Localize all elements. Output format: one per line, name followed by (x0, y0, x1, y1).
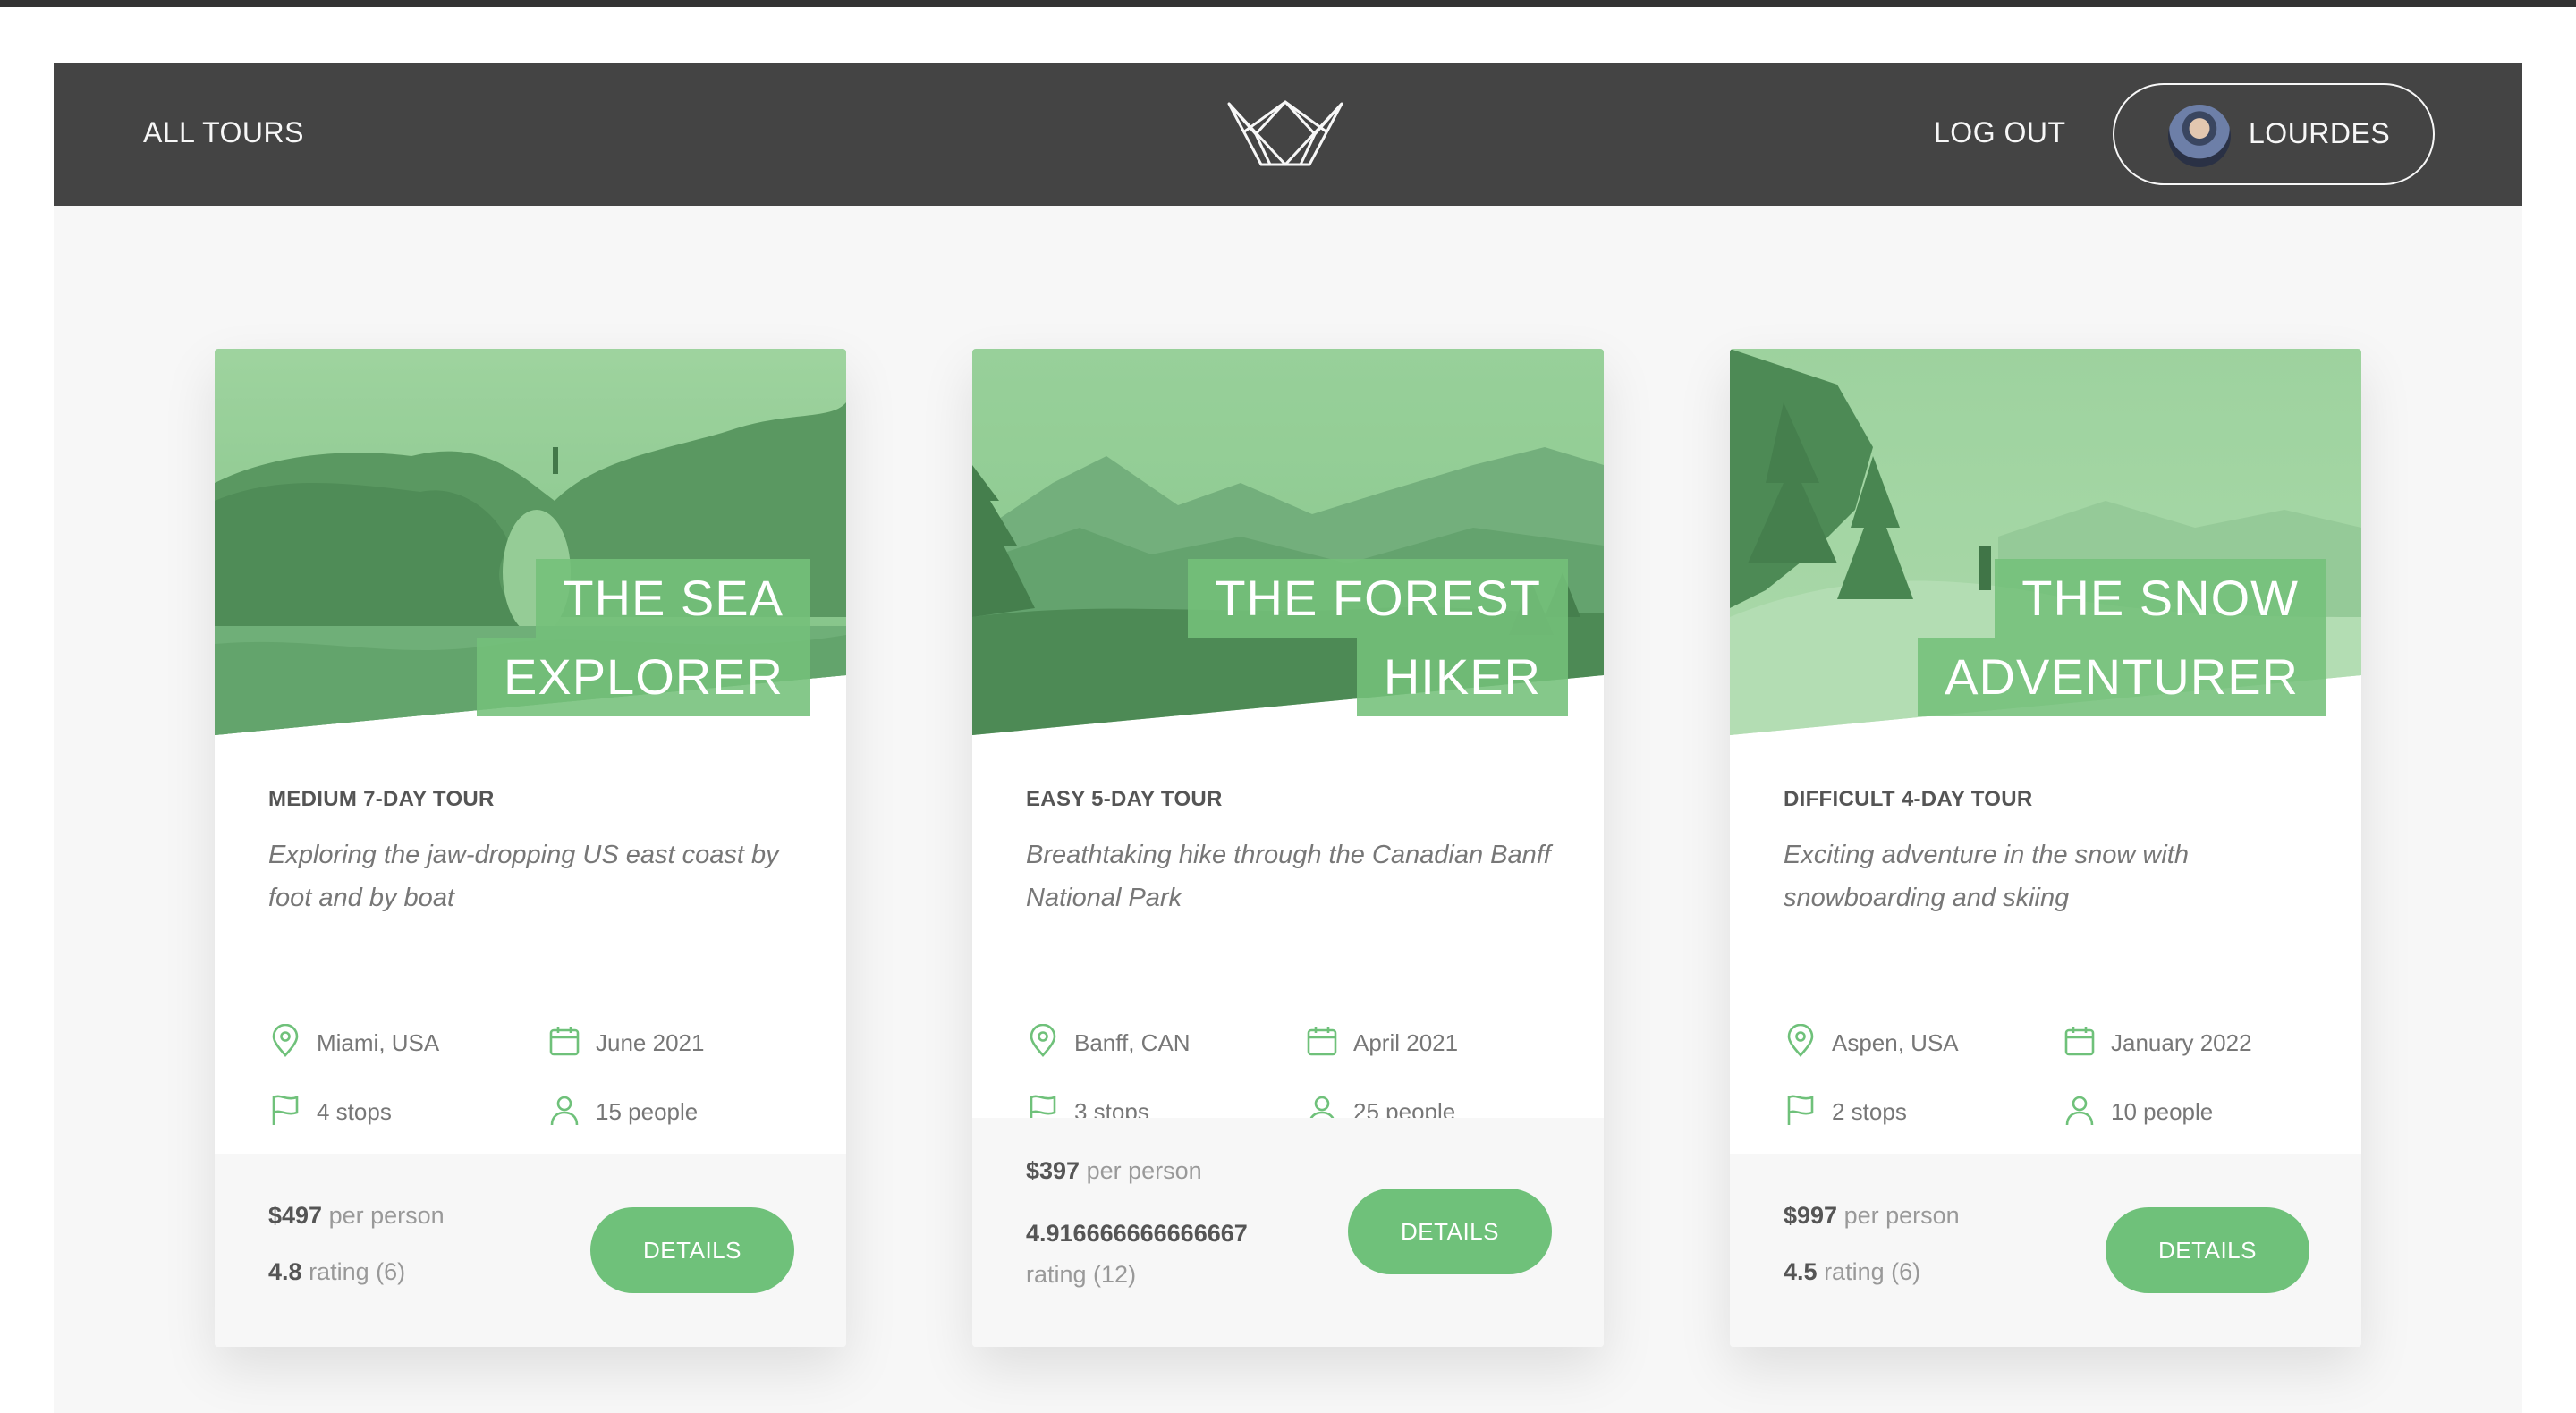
tour-difficulty-duration: Medium 7-day tour (268, 787, 495, 811)
flag-icon (1787, 1095, 1814, 1125)
calendar-icon (1307, 1027, 1337, 1056)
tour-card-footer: $397 per person 4.916666666666667 rating … (972, 1118, 1604, 1347)
user-profile-button[interactable]: Lourdes (2113, 83, 2435, 185)
tour-title: The Sea Explorer (477, 559, 810, 716)
page-frame: All tours Log out Lourdes (54, 63, 2522, 1413)
user-name: Lourdes (2249, 117, 2391, 149)
tour-rating: 4.916666666666667 rating (12) (1026, 1220, 1248, 1288)
tour-summary: Exciting adventure in the snow with snow… (1784, 841, 2189, 912)
tour-cover-image: The Snow Adventurer (1730, 349, 2361, 735)
tour-difficulty-duration: Easy 5-day tour (1026, 787, 1223, 811)
tour-rating: 4.5 rating (6) (1784, 1258, 1921, 1285)
user-icon (2065, 1096, 2094, 1126)
tour-title-line-2: Explorer (477, 638, 810, 716)
tour-title-line-2: Adventurer (1918, 638, 2326, 716)
tour-title-line-2: Hiker (1356, 638, 1568, 716)
tour-price: $497 per person (268, 1202, 445, 1229)
tour-title-line-1: The Forest (1188, 559, 1568, 638)
tour-card-body: Easy 5-day tour Breathtaking hike throug… (1026, 787, 1563, 919)
details-button[interactable]: Details (2106, 1207, 2309, 1293)
calendar-icon (2064, 1027, 2095, 1056)
window-top-border (0, 0, 2576, 7)
tour-price: $997 per person (1784, 1202, 1960, 1229)
tour-card-footer: $997 per person 4.5 rating (6) Details (1730, 1154, 2361, 1347)
calendar-icon (549, 1027, 580, 1056)
details-button[interactable]: Details (1348, 1189, 1552, 1274)
tour-title: The Snow Adventurer (1918, 559, 2326, 716)
tour-card-footer: $497 per person 4.8 rating (6) Details (215, 1154, 846, 1347)
tour-cover-image: The Forest Hiker (972, 349, 1604, 735)
tour-card-snow-adventurer: The Snow Adventurer Difficult 4-day tour… (1730, 349, 2361, 1347)
all-tours-link[interactable]: All tours (143, 116, 304, 149)
tour-card-sea-explorer: The Sea Explorer Medium 7-day tour Explo… (215, 349, 846, 1347)
user-icon (550, 1096, 579, 1126)
tour-summary: Exploring the jaw-dropping US east coast… (268, 841, 779, 912)
flag-icon (272, 1095, 299, 1125)
tour-title-line-1: The Snow (1995, 559, 2326, 638)
details-button[interactable]: Details (590, 1207, 794, 1293)
avatar (2168, 105, 2231, 167)
map-pin-icon (1030, 1024, 1056, 1057)
logout-link[interactable]: Log out (1934, 116, 2066, 149)
crown-logo-icon[interactable] (1225, 98, 1345, 166)
tour-summary: Breathtaking hike through the Canadian B… (1026, 841, 1551, 912)
tour-difficulty-duration: Difficult 4-day tour (1784, 787, 2033, 811)
site-header: All tours Log out Lourdes (54, 63, 2522, 206)
map-pin-icon (1787, 1024, 1814, 1057)
tour-card-body: Medium 7-day tour Exploring the jaw-drop… (268, 787, 805, 919)
tour-title-line-1: The Sea (536, 559, 810, 638)
tour-card-forest-hiker: The Forest Hiker Easy 5-day tour Breatht… (972, 349, 1604, 1347)
tour-rating: 4.8 rating (6) (268, 1258, 406, 1285)
tour-price: $397 per person (1026, 1157, 1202, 1184)
map-pin-icon (272, 1024, 299, 1057)
tour-cover-image: The Sea Explorer (215, 349, 846, 735)
tour-card-body: Difficult 4-day tour Exciting adventure … (1784, 787, 2320, 919)
tour-title: The Forest Hiker (1188, 559, 1568, 716)
